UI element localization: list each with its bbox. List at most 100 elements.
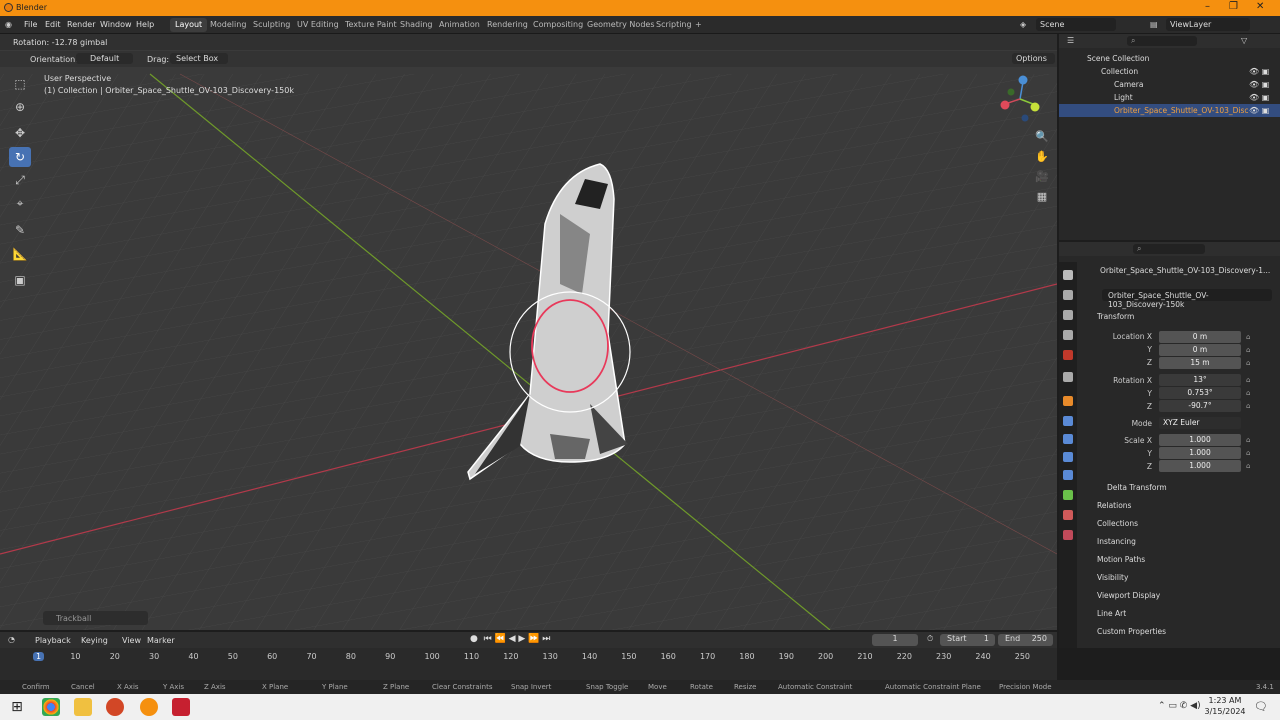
object-tab-icon[interactable] bbox=[1063, 396, 1073, 406]
tool-tab-icon[interactable] bbox=[1063, 270, 1073, 280]
maximize-button[interactable]: ❐ bbox=[1229, 1, 1238, 12]
add-workspace-button[interactable]: + bbox=[690, 18, 707, 32]
keying-menu[interactable]: Keying bbox=[81, 636, 108, 645]
lock-icon[interactable]: ⌂ bbox=[1246, 389, 1250, 397]
location-y-field[interactable]: 0 m bbox=[1159, 344, 1241, 356]
relations-panel[interactable]: Relations bbox=[1097, 501, 1131, 510]
lock-icon[interactable]: ⌂ bbox=[1246, 462, 1250, 470]
view-layer-tab-icon[interactable] bbox=[1063, 330, 1073, 340]
cursor-tool-icon[interactable]: ⊕ bbox=[9, 97, 31, 117]
scale-y-field[interactable]: 1.000 bbox=[1159, 447, 1241, 459]
menu-edit[interactable]: Edit bbox=[45, 20, 61, 29]
scene-tab-icon[interactable] bbox=[1063, 350, 1073, 360]
render-tab-icon[interactable] bbox=[1063, 290, 1073, 300]
move-tool-icon[interactable]: ✥ bbox=[9, 123, 31, 143]
playback-menu[interactable]: Playback bbox=[35, 636, 71, 645]
file-explorer-icon[interactable] bbox=[74, 698, 92, 716]
transform-panel-header[interactable]: Transform bbox=[1097, 312, 1134, 321]
navigation-gizmo[interactable] bbox=[995, 74, 1045, 124]
outliner[interactable]: ☰ ⌕ ▽ Scene Collection Collection Camera… bbox=[1059, 34, 1280, 240]
motion-paths-panel[interactable]: Motion Paths bbox=[1097, 555, 1145, 564]
collections-panel[interactable]: Collections bbox=[1097, 519, 1138, 528]
ortho-grid-icon[interactable]: ▦ bbox=[1033, 190, 1051, 208]
camera-view-icon[interactable]: 🎥 bbox=[1033, 170, 1051, 188]
notification-icon[interactable]: 🗨 bbox=[1254, 700, 1268, 713]
filter-icon[interactable]: ▽ bbox=[1241, 36, 1247, 45]
pan-hand-icon[interactable]: ✋ bbox=[1033, 150, 1051, 168]
menu-help[interactable]: Help bbox=[136, 20, 154, 29]
tab-modeling[interactable]: Modeling bbox=[205, 18, 251, 32]
lock-icon[interactable]: ⌂ bbox=[1246, 376, 1250, 384]
tab-layout[interactable]: Layout bbox=[170, 18, 208, 32]
constraints-tab-icon[interactable] bbox=[1063, 470, 1073, 480]
visibility-panel[interactable]: Visibility bbox=[1097, 573, 1128, 582]
texture-tab-icon[interactable] bbox=[1063, 530, 1073, 540]
outliner-row-collection[interactable]: Collection bbox=[1059, 65, 1280, 78]
properties-search-input[interactable]: ⌕ bbox=[1133, 244, 1205, 254]
scale-x-field[interactable]: 1.000 bbox=[1159, 434, 1241, 446]
view-layer-selector[interactable]: ViewLayer bbox=[1166, 18, 1250, 31]
transform-tool-icon[interactable]: ⌖ bbox=[9, 193, 31, 213]
rotation-x-field[interactable]: 13° bbox=[1159, 374, 1241, 386]
rotate-tool-icon[interactable]: ↻ bbox=[9, 147, 31, 167]
clock-time[interactable]: 1:23 AM bbox=[1205, 696, 1245, 705]
visibility-eye-icon[interactable]: 👁 ▣ bbox=[1249, 67, 1269, 76]
operator-panel[interactable]: Trackball bbox=[43, 611, 148, 625]
custom-properties-panel[interactable]: Custom Properties bbox=[1097, 627, 1166, 636]
tab-sculpting[interactable]: Sculpting bbox=[248, 18, 295, 32]
view-menu[interactable]: View bbox=[122, 636, 141, 645]
orientation-dropdown[interactable]: Default bbox=[76, 53, 134, 64]
world-tab-icon[interactable] bbox=[1063, 372, 1073, 382]
location-z-field[interactable]: 15 m bbox=[1159, 357, 1241, 369]
rotation-z-field[interactable]: -90.7° bbox=[1159, 400, 1241, 412]
start-frame-field[interactable]: Start 1 bbox=[940, 634, 995, 646]
timeline-editor-icon[interactable]: ◔ bbox=[8, 635, 15, 644]
zoom-icon[interactable]: 🔍 bbox=[1033, 130, 1051, 148]
current-frame-field[interactable]: 1 bbox=[872, 634, 918, 646]
menu-file[interactable]: File bbox=[24, 20, 37, 29]
lock-icon[interactable]: ⌂ bbox=[1246, 402, 1250, 410]
minimize-button[interactable]: – bbox=[1205, 1, 1210, 12]
current-frame-marker[interactable]: 1 bbox=[33, 652, 45, 661]
lock-icon[interactable]: ⌂ bbox=[1246, 449, 1250, 457]
close-button[interactable]: ✕ bbox=[1256, 1, 1264, 12]
properties-tabs[interactable] bbox=[1059, 262, 1077, 648]
instancing-panel[interactable]: Instancing bbox=[1097, 537, 1136, 546]
outliner-row-light[interactable]: Light bbox=[1059, 91, 1280, 104]
lock-icon[interactable]: ⌂ bbox=[1246, 436, 1250, 444]
options-dropdown[interactable]: Options bbox=[1012, 53, 1055, 64]
select-box-tool-icon[interactable]: ⬚ bbox=[9, 74, 31, 94]
scale-z-field[interactable]: 1.000 bbox=[1159, 460, 1241, 472]
tab-geometry-nodes[interactable]: Geometry Nodes bbox=[582, 18, 659, 32]
visibility-eye-icon[interactable]: 👁 ▣ bbox=[1249, 80, 1269, 89]
tab-texture-paint[interactable]: Texture Paint bbox=[340, 18, 402, 32]
system-tray-icons[interactable]: ⌃ ▭ ✆ ◀) bbox=[1158, 701, 1201, 711]
visibility-eye-icon[interactable]: 👁 ▣ bbox=[1249, 106, 1269, 115]
tab-compositing[interactable]: Compositing bbox=[528, 18, 588, 32]
modifier-tab-icon[interactable] bbox=[1063, 416, 1073, 426]
outliner-row-shuttle[interactable]: Orbiter_Space_Shuttle_OV-103_Disc bbox=[1059, 104, 1280, 117]
scene-selector[interactable]: Scene bbox=[1036, 18, 1116, 31]
physics-tab-icon[interactable] bbox=[1063, 452, 1073, 462]
clock-date[interactable]: 3/15/2024 bbox=[1201, 707, 1249, 716]
viewport-display-panel[interactable]: Viewport Display bbox=[1097, 591, 1160, 600]
tab-uv-editing[interactable]: UV Editing bbox=[292, 18, 344, 32]
powerpoint-icon[interactable] bbox=[106, 698, 124, 716]
visibility-eye-icon[interactable]: 👁 ▣ bbox=[1249, 93, 1269, 102]
windows-start-icon[interactable]: ⊞ bbox=[8, 698, 26, 716]
marker-menu[interactable]: Marker bbox=[147, 636, 175, 645]
lock-icon[interactable]: ⌂ bbox=[1246, 333, 1250, 341]
blender-taskbar-icon[interactable] bbox=[140, 698, 158, 716]
particles-tab-icon[interactable] bbox=[1063, 434, 1073, 444]
outliner-search-input[interactable]: ⌕ bbox=[1127, 36, 1197, 46]
rotation-mode-dropdown[interactable]: XYZ Euler bbox=[1159, 417, 1241, 429]
drag-dropdown[interactable]: Select Box bbox=[170, 53, 229, 64]
lock-icon[interactable]: ⌂ bbox=[1246, 359, 1250, 367]
rotation-y-field[interactable]: 0.753° bbox=[1159, 387, 1241, 399]
outliner-row-scene-collection[interactable]: Scene Collection bbox=[1059, 52, 1280, 65]
tab-animation[interactable]: Animation bbox=[434, 18, 485, 32]
measure-tool-icon[interactable]: 📐 bbox=[9, 244, 31, 264]
tab-rendering[interactable]: Rendering bbox=[482, 18, 533, 32]
object-name-field[interactable]: Orbiter_Space_Shuttle_OV-103_Discovery-1… bbox=[1102, 289, 1272, 309]
scale-tool-icon[interactable]: ⤢ bbox=[9, 170, 31, 190]
